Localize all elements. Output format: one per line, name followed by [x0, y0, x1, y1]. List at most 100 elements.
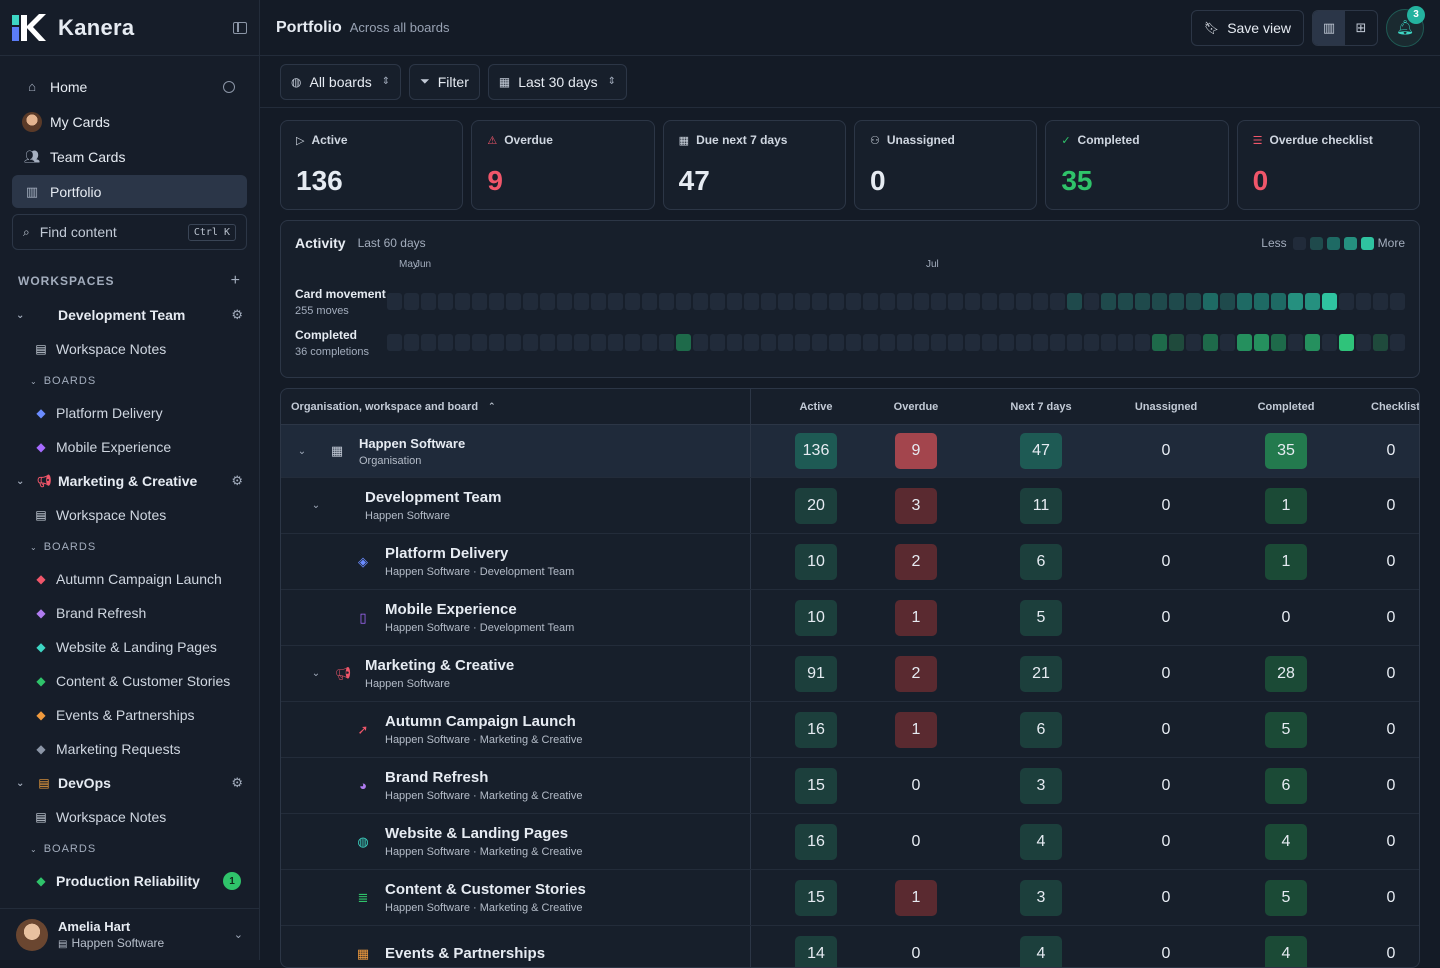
table-row[interactable]: ➚Autumn Campaign LaunchHappen Software ·… — [281, 702, 1419, 758]
date-range-select[interactable]: ▦Last 30 days⇕ — [488, 64, 627, 100]
heatmap-cell[interactable] — [1084, 334, 1099, 351]
find-content-input[interactable]: ⌕ Find content Ctrl K — [12, 214, 247, 250]
col-header-overdue[interactable]: Overdue — [881, 401, 951, 413]
boards-header[interactable]: ⌄BOARDS — [0, 532, 259, 562]
stat-card[interactable]: ⚇Unassigned0 — [854, 120, 1037, 210]
heatmap-cell[interactable] — [659, 334, 674, 351]
heatmap-cell[interactable] — [1254, 293, 1269, 310]
board-link[interactable]: ◆Marketing Requests — [0, 732, 259, 766]
heatmap-cell[interactable] — [455, 334, 470, 351]
nav-team-cards[interactable]: 👥︎Team Cards — [12, 140, 247, 173]
heatmap-cell[interactable] — [1169, 334, 1184, 351]
heatmap-cell[interactable] — [999, 293, 1014, 310]
heatmap-cell[interactable] — [1016, 334, 1031, 351]
board-link[interactable]: ◆Brand Refresh — [0, 596, 259, 630]
completed-pill[interactable]: 1 — [1265, 488, 1307, 524]
col-header-unassigned[interactable]: Unassigned — [1131, 401, 1201, 413]
heatmap-cell[interactable] — [506, 293, 521, 310]
heatmap-cell[interactable] — [846, 293, 861, 310]
active-pill[interactable]: 16 — [795, 712, 837, 748]
heatmap-cell[interactable] — [1101, 334, 1116, 351]
heatmap-cell[interactable] — [1288, 293, 1303, 310]
heatmap-cell[interactable] — [608, 293, 623, 310]
gear-icon[interactable]: ⚙ — [231, 307, 243, 323]
heatmap-cell[interactable] — [1118, 334, 1133, 351]
heatmap-cell[interactable] — [1390, 334, 1405, 351]
heatmap-cell[interactable] — [880, 293, 895, 310]
next-pill[interactable]: 21 — [1020, 656, 1062, 692]
heatmap-cell[interactable] — [642, 293, 657, 310]
heatmap-cell[interactable] — [676, 293, 691, 310]
heatmap-cell[interactable] — [540, 293, 555, 310]
heatmap-cell[interactable] — [778, 293, 793, 310]
save-view-button[interactable]: 🔖︎Save view — [1191, 10, 1304, 46]
nav-my-cards[interactable]: My Cards — [12, 105, 247, 138]
heatmap-cell[interactable] — [727, 334, 742, 351]
heatmap-cell[interactable] — [1373, 293, 1388, 310]
heatmap-cell[interactable] — [846, 334, 861, 351]
heatmap-cell[interactable] — [1203, 293, 1218, 310]
heatmap-cell[interactable] — [1254, 334, 1269, 351]
heatmap-cell[interactable] — [1356, 334, 1371, 351]
heatmap-cell[interactable] — [1135, 293, 1150, 310]
heatmap-cell[interactable] — [574, 293, 589, 310]
active-pill[interactable]: 10 — [795, 600, 837, 636]
heatmap-cell[interactable] — [387, 334, 402, 351]
heatmap-cell[interactable] — [523, 293, 538, 310]
chevron-down-icon[interactable]: ⌄ — [309, 500, 323, 511]
heatmap-cell[interactable] — [829, 293, 844, 310]
completed-pill[interactable]: 4 — [1265, 936, 1307, 968]
stat-card[interactable]: ✓Completed35 — [1045, 120, 1228, 210]
chevron-down-icon[interactable]: ⌄ — [16, 778, 28, 789]
heatmap-cell[interactable] — [676, 334, 691, 351]
heatmap-cell[interactable] — [1305, 293, 1320, 310]
overdue-pill[interactable]: 1 — [895, 880, 937, 916]
heatmap-cell[interactable] — [625, 293, 640, 310]
heatmap-cell[interactable] — [1271, 293, 1286, 310]
heatmap-cell[interactable] — [931, 334, 946, 351]
heatmap-cell[interactable] — [1288, 334, 1303, 351]
board-link[interactable]: ◆Platform Delivery — [0, 396, 259, 430]
heatmap-cell[interactable] — [1339, 293, 1354, 310]
heatmap-cell[interactable] — [438, 293, 453, 310]
overdue-pill[interactable]: 2 — [895, 656, 937, 692]
heatmap-cell[interactable] — [863, 293, 878, 310]
workspace-notes-link[interactable]: ▤Workspace Notes — [0, 332, 259, 366]
heatmap-cell[interactable] — [625, 334, 640, 351]
heatmap-cell[interactable] — [812, 334, 827, 351]
heatmap-cell[interactable] — [982, 334, 997, 351]
boards-header[interactable]: ⌄BOARDS — [0, 834, 259, 864]
heatmap-cell[interactable] — [1135, 334, 1150, 351]
next-pill[interactable]: 4 — [1020, 936, 1062, 968]
col-header-next[interactable]: Next 7 days — [951, 401, 1131, 413]
chart-view-button[interactable]: ▥ — [1313, 11, 1345, 45]
nav-portfolio[interactable]: ▥Portfolio — [12, 175, 247, 208]
heatmap-cell[interactable] — [1203, 334, 1218, 351]
heatmap-cell[interactable] — [1033, 293, 1048, 310]
kanera-logo[interactable] — [12, 13, 50, 43]
heatmap-cell[interactable] — [1067, 293, 1082, 310]
next-pill[interactable]: 5 — [1020, 600, 1062, 636]
heatmap-cell[interactable] — [999, 334, 1014, 351]
table-row[interactable]: ▯Mobile ExperienceHappen Software · Deve… — [281, 590, 1419, 646]
heatmap-cell[interactable] — [897, 293, 912, 310]
heatmap-cell[interactable] — [557, 334, 572, 351]
col-header-completed[interactable]: Completed — [1201, 401, 1371, 413]
next-pill[interactable]: 11 — [1020, 488, 1062, 524]
heatmap-cell[interactable] — [1305, 334, 1320, 351]
heatmap-cell[interactable] — [1390, 293, 1405, 310]
workspace-item[interactable]: ⌄▤DevOps⚙ — [0, 766, 259, 800]
heatmap-cell[interactable] — [1271, 334, 1286, 351]
heatmap-cell[interactable] — [1339, 334, 1354, 351]
completed-pill[interactable]: 5 — [1265, 712, 1307, 748]
heatmap-cell[interactable] — [1186, 334, 1201, 351]
gear-icon[interactable]: ⚙ — [231, 473, 243, 489]
heatmap-cell[interactable] — [1050, 334, 1065, 351]
table-view-button[interactable]: ⊞ — [1345, 11, 1377, 45]
heatmap-cell[interactable] — [693, 293, 708, 310]
chevron-down-icon[interactable]: ⌄ — [309, 668, 323, 679]
workspace-item[interactable]: ⌄📢︎Marketing & Creative⚙ — [0, 464, 259, 498]
heatmap-cell[interactable] — [965, 334, 980, 351]
heatmap-cell[interactable] — [1220, 293, 1235, 310]
heatmap-cell[interactable] — [931, 293, 946, 310]
